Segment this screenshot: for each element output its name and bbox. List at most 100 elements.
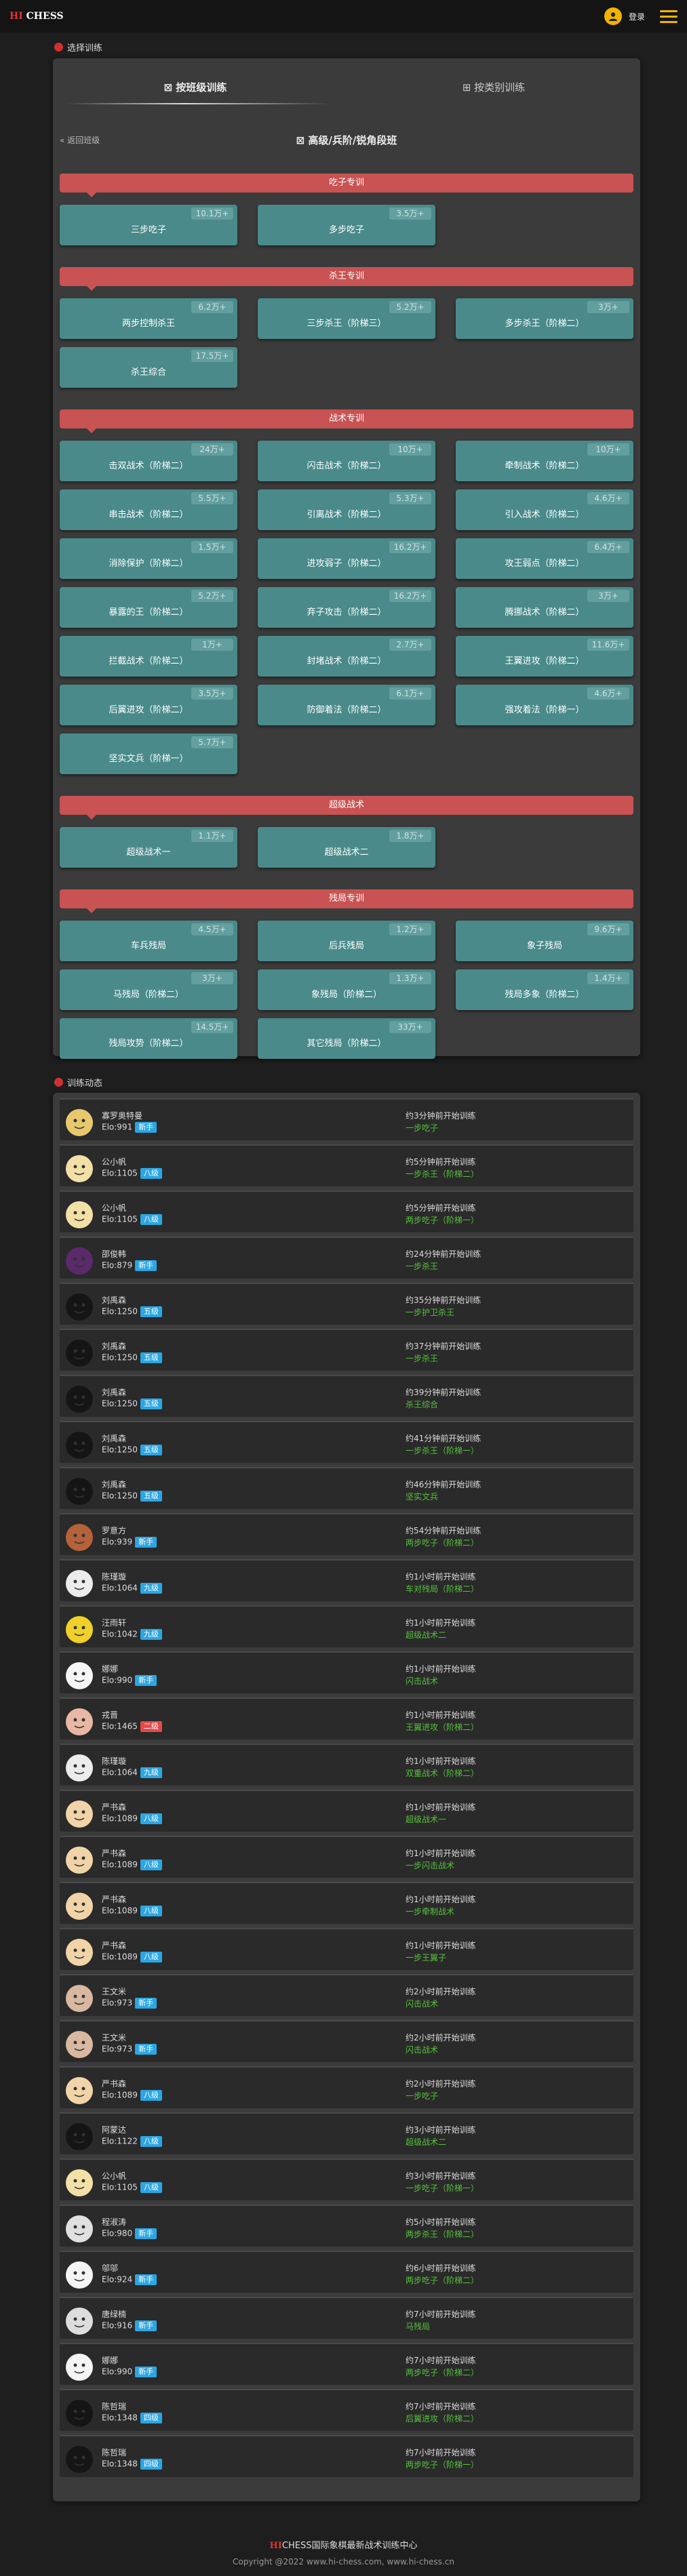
user-name[interactable]: 严书森 [102,1847,126,1859]
activity-row[interactable]: 王文米 Elo:973 新手 约2小时前开始训练 闪击战术 [60,1974,633,2016]
avatar[interactable] [66,1754,93,1782]
activity-topic-link[interactable]: 一步王翼子 [406,1952,446,1963]
activity-row[interactable]: 汪雨轩 Elo:1042 九级 约1小时前开始训练 超级战术二 [60,1605,633,1647]
activity-row[interactable]: 程淑涛 Elo:980 新手 约5小时前开始训练 两步杀王（阶梯二） [60,2205,633,2247]
activity-topic-link[interactable]: 一步杀王（阶梯一） [406,1445,479,1456]
activity-topic-link[interactable]: 一步吃子（阶梯一） [406,2182,479,2194]
user-name[interactable]: 唐绿楠 [102,2308,126,2320]
training-card[interactable]: 17.5万+ 杀王综合 [60,347,237,388]
avatar[interactable] [66,2308,93,2335]
avatar[interactable] [66,1570,93,1597]
activity-row[interactable]: 严书森 Elo:1089 八级 约1小时前开始训练 一步王翼子 [60,1928,633,1970]
training-card[interactable]: 5.2万+ 暴露的王（阶梯二） [60,587,237,628]
activity-topic-link[interactable]: 一步吃子 [406,2090,438,2101]
training-card[interactable]: 10万+ 牵制战术（阶梯二） [456,441,633,481]
activity-topic-link[interactable]: 两步吃子（阶梯二） [406,1537,479,1548]
activity-row[interactable]: 刘禹森 Elo:1250 五级 约39分钟前开始训练 杀王综合 [60,1375,633,1417]
activity-topic-link[interactable]: 两步吃子（阶梯一） [406,2459,479,2470]
activity-row[interactable]: 戎晋 Elo:1465 二级 约1小时前开始训练 王翼进攻（阶梯二） [60,1697,633,1739]
activity-row[interactable]: 陈瑾璇 Elo:1064 九级 约1小时前开始训练 车对残局（阶梯二） [60,1559,633,1601]
training-card[interactable]: 33万+ 其它残局（阶梯二） [258,1018,435,1059]
training-card[interactable]: 5.2万+ 三步杀王（阶梯三） [258,298,435,339]
activity-row[interactable]: 严书森 Elo:1089 八级 约1小时前开始训练 一步闪击战术 [60,1836,633,1878]
training-card[interactable]: 6.1万+ 防御着法（阶梯二） [258,685,435,725]
tab-by-class[interactable]: ⊠ 按班级训练 [94,80,297,94]
activity-topic-link[interactable]: 两步吃子（阶梯二） [406,2367,479,2378]
activity-topic-link[interactable]: 后翼进攻（阶梯二） [406,2413,479,2424]
user-name[interactable]: 娜娜 [102,2354,118,2366]
avatar[interactable] [66,1800,93,1828]
avatar[interactable] [66,1524,93,1551]
activity-row[interactable]: 严书森 Elo:1089 八级 约1小时前开始训练 超级战术一 [60,1790,633,1832]
avatar[interactable] [66,2215,93,2242]
training-card[interactable]: 4.6万+ 强攻着法（阶梯一） [456,685,633,725]
user-name[interactable]: 严书森 [102,1801,126,1813]
activity-row[interactable]: 刘禹森 Elo:1250 五级 约37分钟前开始训练 一步杀王 [60,1329,633,1371]
activity-row[interactable]: 公小帆 Elo:1105 八级 约5分钟前开始训练 一步杀王（阶梯二） [60,1144,633,1186]
activity-topic-link[interactable]: 一步牵制战术 [406,1906,454,1917]
training-card[interactable]: 4.6万+ 引入战术（阶梯二） [456,489,633,530]
training-card[interactable]: 11.6万+ 王翼进攻（阶梯二） [456,636,633,677]
user-name[interactable]: 邵俊韩 [102,1248,126,1260]
training-card[interactable]: 1.5万+ 消除保护（阶梯二） [60,538,237,579]
activity-row[interactable]: 罗意方 Elo:939 新手 约54分钟前开始训练 两步吃子（阶梯二） [60,1513,633,1555]
user-name[interactable]: 罗意方 [102,1525,126,1536]
activity-topic-link[interactable]: 一步杀王 [406,1352,438,1364]
user-name[interactable]: 程淑涛 [102,2216,126,2228]
avatar[interactable] [66,2400,93,2427]
activity-topic-link[interactable]: 闪击战术 [406,1998,438,2009]
training-card[interactable]: 6.4万+ 攻王弱点（阶梯二） [456,538,633,579]
activity-row[interactable]: 陈哲瑞 Elo:1348 四级 约7小时前开始训练 两步吃子（阶梯一） [60,2435,633,2477]
training-card[interactable]: 1.3万+ 象残局（阶梯二） [258,969,435,1010]
user-name[interactable]: 严书森 [102,1939,126,1951]
avatar[interactable] [66,1616,93,1643]
training-card[interactable]: 3万+ 腾挪战术（阶梯二） [456,587,633,628]
activity-topic-link[interactable]: 超级战术二 [406,2136,446,2148]
user-name[interactable]: 刘禹森 [102,1386,126,1398]
user-name[interactable]: 寡罗奥特曼 [102,1110,142,1121]
avatar[interactable] [66,1386,93,1413]
activity-topic-link[interactable]: 两步杀王（阶梯二） [406,2228,479,2240]
activity-topic-link[interactable]: 两步吃子（阶梯一） [406,1214,479,1226]
training-card[interactable]: 4.5万+ 车兵残局 [60,921,237,961]
user-name[interactable]: 陈哲瑞 [102,2400,126,2412]
site-logo[interactable]: HI CHESS [9,11,64,22]
user-name[interactable]: 严书森 [102,1893,126,1905]
activity-row[interactable]: 王文米 Elo:973 新手 约2小时前开始训练 闪击战术 [60,2020,633,2062]
user-name[interactable]: 严书森 [102,2078,126,2089]
training-card[interactable]: 24万+ 击双战术（阶梯二） [60,441,237,481]
training-card[interactable]: 1.8万+ 超级战术二 [258,827,435,868]
user-name[interactable]: 刘禹森 [102,1294,126,1306]
activity-topic-link[interactable]: 一步护卫杀王 [406,1306,454,1318]
training-card[interactable]: 2.7万+ 封堵战术（阶梯二） [258,636,435,677]
training-card[interactable]: 9.6万+ 象子残局 [456,921,633,961]
avatar[interactable] [66,2169,93,2196]
training-card[interactable]: 14.5万+ 残局攻势（阶梯二） [60,1018,237,1059]
activity-topic-link[interactable]: 马残局 [406,2320,430,2332]
avatar[interactable] [66,1109,93,1136]
avatar[interactable] [66,1662,93,1689]
avatar[interactable] [66,2354,93,2381]
user-name[interactable]: 陈瑾璇 [102,1571,126,1582]
user-name[interactable]: 王文米 [102,1986,126,1997]
avatar[interactable] [66,1893,93,1920]
avatar[interactable] [66,1478,93,1505]
activity-row[interactable]: 陈哲瑞 Elo:1348 四级 约7小时前开始训练 后翼进攻（阶梯二） [60,2389,633,2431]
avatar[interactable] [66,2077,93,2104]
user-name[interactable]: 刘禹森 [102,1432,126,1444]
activity-topic-link[interactable]: 车对残局（阶梯二） [406,1583,479,1594]
activity-row[interactable]: 陈瑾璇 Elo:1064 九级 约1小时前开始训练 双重战术（阶梯二） [60,1744,633,1786]
avatar[interactable] [66,2123,93,2150]
activity-row[interactable]: 严书森 Elo:1089 八级 约2小时前开始训练 一步吃子 [60,2066,633,2108]
activity-topic-link[interactable]: 一步闪击战术 [406,1859,454,1871]
activity-row[interactable]: 邵俊韩 Elo:879 新手 约24分钟前开始训练 一步杀王 [60,1236,633,1279]
hamburger-menu-icon[interactable] [660,9,678,23]
avatar[interactable] [66,1293,93,1321]
avatar[interactable] [66,1432,93,1459]
activity-topic-link[interactable]: 闪击战术 [406,1675,438,1687]
user-icon[interactable] [604,7,622,25]
training-card[interactable]: 1.2万+ 后兵残局 [258,921,435,961]
user-name[interactable]: 阿蒙达 [102,2124,126,2135]
activity-row[interactable]: 阿蒙达 Elo:1122 八级 约3小时前开始训练 超级战术二 [60,2112,633,2154]
user-name[interactable]: 邬邬 [102,2262,118,2274]
